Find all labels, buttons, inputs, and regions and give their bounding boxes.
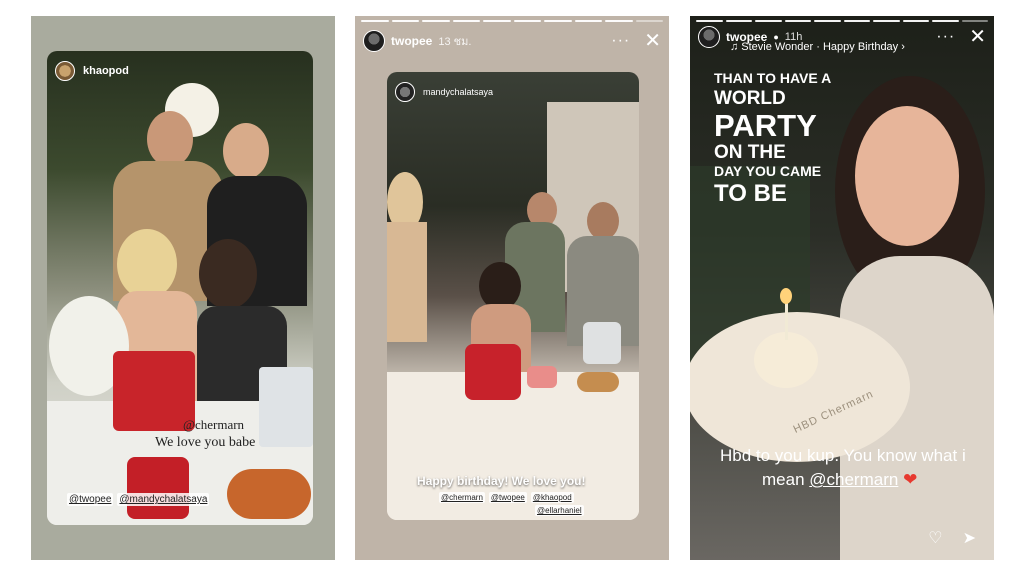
dessert-plate bbox=[577, 372, 619, 392]
more-icon[interactable]: ··· bbox=[936, 29, 955, 45]
music-sticker[interactable]: ♫ Stevie Wonder · Happy Birthday › bbox=[730, 41, 905, 53]
white-cake bbox=[583, 322, 621, 364]
reposted-story-frame[interactable]: khaopod @chermarn We love you babe @twop… bbox=[47, 51, 313, 525]
caption-prefix: mean bbox=[762, 470, 805, 489]
frame-header: khaopod bbox=[55, 61, 129, 81]
heart-emoji-icon: ❤ bbox=[903, 470, 918, 489]
lyrics: THAN TO HAVE A WORLD PARTY ON THE DAY YO… bbox=[714, 71, 831, 206]
face bbox=[855, 106, 959, 246]
music-icon: ♫ bbox=[730, 41, 739, 53]
cake bbox=[754, 332, 818, 388]
mention-tag[interactable]: @mandychalatsaya bbox=[117, 493, 210, 506]
person-head bbox=[223, 123, 269, 179]
mention-tag[interactable]: @twopee bbox=[67, 493, 114, 506]
small-cake bbox=[527, 366, 557, 388]
story-caption: Hbd to you kup. You know what i mean @ch… bbox=[720, 444, 972, 492]
story-actions: ♡ ➤ bbox=[928, 528, 976, 548]
mention-tags-extra: @ellarhaniel bbox=[535, 505, 584, 516]
frame-username[interactable]: khaopod bbox=[83, 65, 129, 77]
person-head bbox=[587, 202, 619, 240]
caption-mention[interactable]: @chermarn bbox=[809, 470, 898, 489]
hbd-cake bbox=[127, 457, 189, 519]
story-avatar[interactable] bbox=[363, 30, 385, 52]
lyric-line: TO BE bbox=[714, 180, 787, 207]
lyric-line: THAN TO HAVE A bbox=[714, 70, 832, 86]
story-panel-3[interactable]: HBD Chermarn twopee ● 11h ··· ✕ ♫ Stevie… bbox=[690, 16, 994, 560]
lyric-line: DAY YOU CAME bbox=[714, 163, 822, 179]
caption-text: Happy birthday! We love you! bbox=[417, 474, 586, 488]
frame-avatar[interactable] bbox=[395, 82, 415, 102]
mention-tag[interactable]: @twopee bbox=[488, 492, 527, 503]
music-title: Stevie Wonder · Happy Birthday bbox=[741, 41, 899, 53]
story-header: twopee 13 ชม. ··· ✕ bbox=[363, 28, 661, 54]
caption-line: mean @chermarn ❤ bbox=[720, 468, 972, 492]
candle bbox=[785, 300, 788, 340]
story-username[interactable]: twopee bbox=[391, 34, 432, 48]
red-cake bbox=[465, 344, 521, 400]
white-cake bbox=[259, 367, 313, 447]
more-icon[interactable]: ··· bbox=[611, 33, 630, 49]
close-icon[interactable]: ✕ bbox=[969, 27, 986, 47]
story-panel-1[interactable]: khaopod @chermarn We love you babe @twop… bbox=[31, 16, 335, 560]
mention-tag[interactable]: @chermarn bbox=[439, 492, 485, 503]
mention-tags: @twopee @mandychalatsaya bbox=[67, 493, 210, 506]
caption-line: Hbd to you kup. You know what i bbox=[720, 446, 966, 465]
person-body bbox=[387, 222, 427, 342]
frame-avatar[interactable] bbox=[55, 61, 75, 81]
person-head bbox=[147, 111, 193, 167]
reposted-story-frame[interactable]: mandychalatsaya Happy birthday! We love … bbox=[387, 72, 639, 520]
mention-tags: @chermarn @twopee @khaopod bbox=[439, 492, 574, 503]
heart-icon[interactable]: ♡ bbox=[928, 528, 942, 548]
story-progress bbox=[361, 20, 663, 22]
story-avatar[interactable] bbox=[698, 26, 720, 48]
caption-text: We love you babe bbox=[155, 435, 256, 450]
dessert-bowl bbox=[227, 469, 311, 519]
candle-flame bbox=[780, 288, 792, 304]
close-icon[interactable]: ✕ bbox=[644, 31, 661, 51]
story-progress bbox=[696, 20, 988, 22]
frame-header: mandychalatsaya bbox=[395, 82, 493, 102]
lyric-line: PARTY bbox=[714, 108, 817, 143]
person-head bbox=[117, 229, 177, 299]
story-panel-2[interactable]: twopee 13 ชม. ··· ✕ mandychalatsaya Happ… bbox=[355, 16, 669, 560]
lyric-line: ON THE bbox=[714, 142, 786, 163]
person-head bbox=[479, 262, 521, 310]
caption-mention[interactable]: @chermarn bbox=[183, 417, 244, 433]
frame-username[interactable]: mandychalatsaya bbox=[423, 87, 493, 97]
mention-tag[interactable]: @khaopod bbox=[530, 492, 574, 503]
chevron-right-icon: › bbox=[901, 41, 905, 53]
story-time: 13 ชม. bbox=[438, 36, 472, 48]
mention-tag[interactable]: @ellarhaniel bbox=[535, 505, 584, 516]
person-head bbox=[199, 239, 257, 309]
lyric-line: WORLD bbox=[714, 88, 786, 109]
send-icon[interactable]: ➤ bbox=[963, 528, 976, 548]
